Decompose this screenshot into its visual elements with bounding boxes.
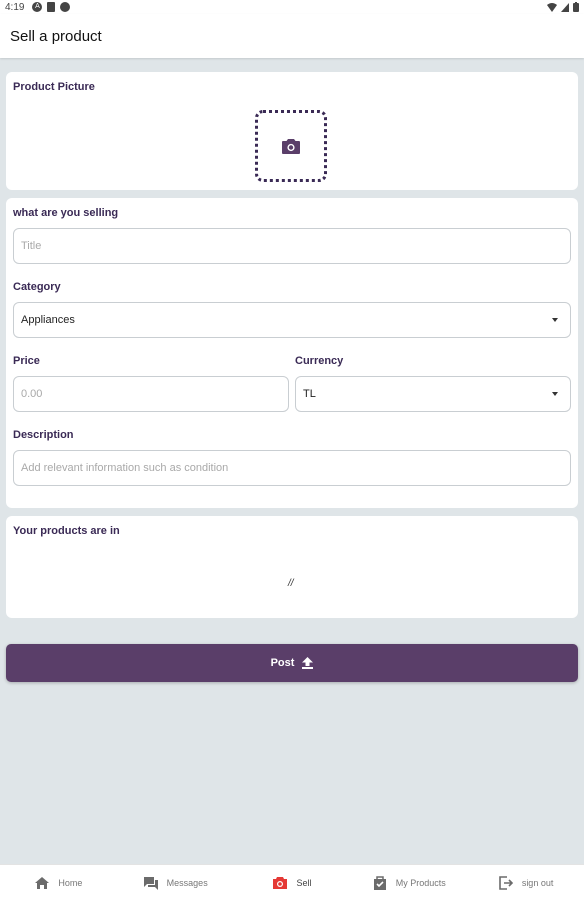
sign-out-icon [499,875,513,890]
app-bar: Sell a product [0,14,584,58]
nav-item-messages[interactable]: Messages [117,865,234,900]
title-placeholder: Title [21,240,42,252]
nav-item-label: Home [58,877,83,888]
chevron-down-icon [552,392,558,396]
category-label: Category [13,281,61,293]
nav-item-label: sign out [521,877,554,888]
price-placeholder: 0.00 [21,388,43,400]
nav-item-my-products[interactable]: My Products [350,865,467,900]
chevron-down-icon [552,318,558,322]
messages-icon [143,876,158,890]
nav-item-label: Sell [296,877,312,888]
camera-icon [273,876,288,889]
currency-label: Currency [295,355,344,367]
product-picture-picker[interactable] [255,110,327,182]
title-label: what are you selling [13,207,119,219]
products-location-card: Your products are in // [6,516,578,618]
sd-card-icon [47,2,56,12]
description-placeholder: Add relevant information such as conditi… [21,462,229,474]
product-details-card: what are you selling Title Category Appl… [6,198,578,508]
nav-item-home[interactable]: Home [0,865,117,900]
post-button-label: Post [270,657,295,669]
battery-icon [573,2,579,12]
price-label: Price [13,355,40,367]
blocked-icon [60,2,71,12]
page-title: Sell a product [10,27,102,45]
product-picture-label: Product Picture [13,81,95,93]
bottom-navigation: Home Messages Sell My Products sign out [0,864,584,900]
products-location-value: // [288,578,294,589]
nav-item-sign-out[interactable]: sign out [467,865,584,900]
bag-check-icon [373,875,386,890]
status-icons: A [32,2,71,12]
status-bar: 4:19 A [0,0,584,14]
category-value: Appliances [21,314,75,326]
nav-item-label: My Products [395,877,446,888]
title-input[interactable]: Title [13,228,571,264]
wifi-icon [547,2,557,12]
camera-icon [282,139,300,154]
signal-icon [561,2,569,12]
category-select[interactable]: Appliances [13,302,571,338]
currency-select[interactable]: TL [295,376,571,412]
product-picture-card: Product Picture [6,72,578,190]
status-time: 4:19 [5,1,25,13]
notification-a-icon: A [32,2,43,12]
nav-item-label: Messages [166,877,208,888]
description-input[interactable]: Add relevant information such as conditi… [13,450,571,486]
description-label: Description [13,429,74,441]
products-location-label: Your products are in [13,525,120,537]
currency-value: TL [303,388,316,400]
post-button[interactable]: Post [6,644,578,682]
home-icon [35,876,50,889]
status-right [547,2,579,12]
upload-icon [302,657,314,669]
price-input[interactable]: 0.00 [13,376,289,412]
nav-item-sell[interactable]: Sell [234,865,351,900]
